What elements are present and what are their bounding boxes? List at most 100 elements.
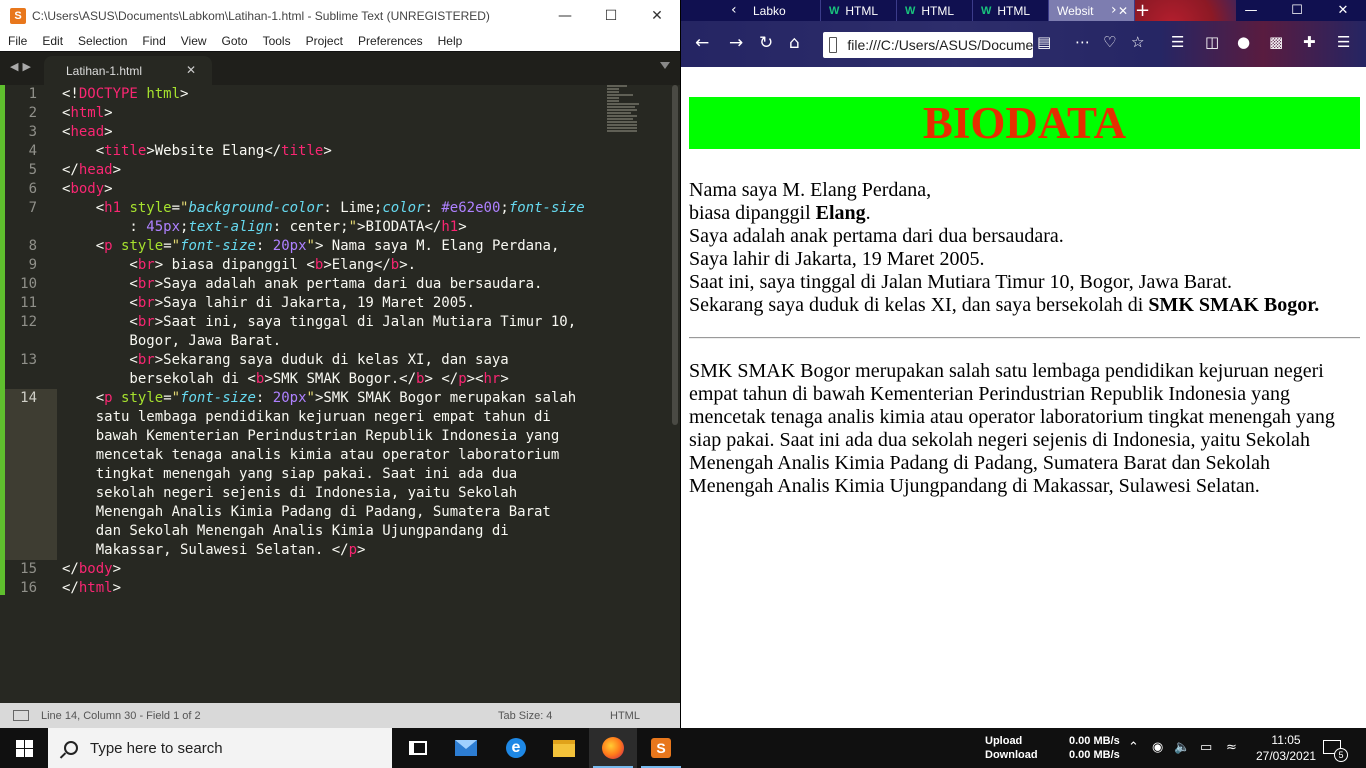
folder-icon (553, 739, 575, 757)
screenshot-icon[interactable]: ▩ (1269, 33, 1283, 51)
taskbar-search[interactable]: Type here to search (48, 728, 392, 768)
maximize-button[interactable]: ☐ (588, 0, 634, 31)
sidebar-icon[interactable]: ◫ (1205, 33, 1219, 51)
text-line: Saya adalah anak pertama dari dua bersau… (689, 225, 1064, 247)
file-explorer-app[interactable] (540, 728, 588, 768)
minimap[interactable] (607, 85, 641, 137)
menu-tools[interactable]: Tools (255, 34, 298, 48)
url-bar[interactable]: file:///C:/Users/ASUS/Documents/Labkom/L… (823, 32, 1033, 58)
code-text: bersekolah di <b>SMK SMAK Bogor.</b> </p… (62, 371, 509, 387)
menu-find[interactable]: Find (134, 34, 172, 48)
tabs-scroll-right-icon[interactable]: › (1111, 0, 1117, 21)
code-line: 12 <br>Saat ini, saya tinggal di Jalan M… (0, 313, 670, 332)
account-icon[interactable]: ● (1237, 33, 1250, 51)
editor-scrollbar[interactable] (672, 85, 678, 425)
tabs-scroll-left-icon[interactable]: ‹ (731, 0, 737, 21)
download-label: Download (985, 749, 1038, 761)
sublime-titlebar[interactable]: S C:\Users\ASUS\Documents\Labkom\Latihan… (0, 0, 680, 31)
browser-tab[interactable]: W HTML (973, 0, 1049, 21)
browser-tab-active[interactable]: Websit ✕ (1049, 0, 1135, 21)
browser-tab-label: HTML (997, 3, 1031, 18)
code-line: Makassar, Sulawesi Selatan. </p> (0, 541, 670, 560)
edge-icon: e (506, 738, 526, 758)
code-text: <br>Sekarang saya duduk di kelas XI, dan… (62, 352, 509, 368)
minimize-button[interactable]: — (1228, 0, 1274, 21)
search-placeholder: Type here to search (90, 739, 223, 757)
battery-icon[interactable]: ▭ (1200, 740, 1212, 755)
network-speed-labels: Upload Download (985, 734, 1038, 762)
tab-size-selector[interactable]: Tab Size: 4 (498, 710, 552, 722)
page-info-icon[interactable] (829, 37, 838, 53)
bookmark-star-icon[interactable]: ☆ (1131, 33, 1144, 51)
tab-list-dropdown-icon[interactable] (660, 62, 670, 69)
back-icon[interactable]: ← (695, 33, 709, 53)
sublime-icon: S (651, 738, 671, 758)
system-clock[interactable]: 11:05 27/03/2021 (1256, 732, 1316, 764)
menu-edit[interactable]: Edit (34, 34, 70, 48)
start-button[interactable] (0, 728, 48, 768)
task-view-button[interactable] (394, 728, 442, 768)
code-text: dan Sekolah Menengah Analis Kimia Ujungp… (62, 523, 509, 539)
show-hidden-icons-icon[interactable]: ⌃ (1128, 740, 1139, 755)
browser-tab[interactable]: W HTML (897, 0, 973, 21)
menu-file[interactable]: File (0, 34, 34, 48)
code-text: Makassar, Sulawesi Selatan. </p> (62, 542, 366, 558)
reader-view-icon[interactable]: ▤ (1037, 33, 1051, 51)
app-menu-icon[interactable]: ☰ (1337, 33, 1350, 51)
forward-icon[interactable]: → (729, 33, 743, 53)
w3schools-icon: W (905, 4, 916, 17)
menu-preferences[interactable]: Preferences (350, 34, 430, 48)
browser-tab-label: HTML (845, 3, 879, 18)
tab-close-icon[interactable]: ✕ (186, 63, 196, 77)
minimize-button[interactable]: — (542, 0, 588, 31)
wifi-icon[interactable]: ≈ (1226, 740, 1237, 755)
tab-latihan-1[interactable]: Latihan-1.html ✕ (44, 56, 212, 86)
menu-selection[interactable]: Selection (70, 34, 134, 48)
mail-app[interactable] (442, 728, 490, 768)
code-text: <br>Saya adalah anak pertama dari dua be… (62, 276, 543, 292)
maximize-button[interactable]: ☐ (1274, 0, 1320, 21)
sublime-window: S C:\Users\ASUS\Documents\Labkom\Latihan… (0, 0, 680, 728)
meet-now-icon[interactable]: ◉ (1152, 740, 1163, 755)
task-view-icon (409, 741, 427, 755)
extensions-icon[interactable]: ✚ (1303, 33, 1316, 51)
menu-project[interactable]: Project (298, 34, 350, 48)
w3schools-icon: W (981, 4, 992, 17)
menu-help[interactable]: Help (430, 34, 470, 48)
code-text: sekolah negeri sejenis di Indonesia, yai… (62, 485, 518, 501)
library-icon[interactable]: ☰ (1171, 33, 1184, 51)
sublime-app[interactable]: S (637, 728, 685, 768)
tab-nav-arrows-icon[interactable]: ◀▶ (10, 60, 35, 73)
line-number: 3 (28, 124, 37, 140)
close-button[interactable]: ✕ (634, 0, 680, 31)
code-line: 15 </body> (0, 560, 670, 579)
syntax-selector[interactable]: HTML (610, 710, 640, 722)
home-icon[interactable]: ⌂ (789, 33, 800, 53)
network-speed-values: 0.00 MB/s 0.00 MB/s (1069, 734, 1120, 762)
browser-tab[interactable]: W HTML (821, 0, 897, 21)
close-button[interactable]: ✕ (1320, 0, 1366, 21)
code-text: bawah Kementerian Perindustrian Republik… (62, 428, 560, 444)
menu-bar: File Edit Selection Find View Goto Tools… (0, 31, 680, 51)
pocket-icon[interactable]: ♡ (1103, 33, 1116, 51)
reload-icon[interactable]: ↻ (759, 33, 773, 53)
page-actions-icon[interactable]: ⋯ (1075, 33, 1090, 51)
code-text: <br>Saat ini, saya tinggal di Jalan Muti… (62, 314, 577, 330)
menu-goto[interactable]: Goto (214, 34, 255, 48)
edge-app[interactable]: e (492, 728, 540, 768)
clock-date: 27/03/2021 (1256, 749, 1317, 763)
panel-toggle-icon[interactable] (13, 710, 29, 721)
code-text: <!DOCTYPE html> (62, 86, 189, 102)
menu-view[interactable]: View (173, 34, 214, 48)
page-heading: BIODATA (689, 97, 1360, 149)
code-editor[interactable]: 1 <!DOCTYPE html> 2 <html> 3 <head> 4 <titl… (0, 85, 680, 703)
browser-tab[interactable]: Labko (745, 0, 821, 21)
volume-icon[interactable]: 🔈 (1174, 740, 1190, 755)
biodata-paragraph: Nama saya M. Elang Perdana, biasa dipang… (689, 179, 1360, 317)
school-paragraph: SMK SMAK Bogor merupakan salah satu lemb… (689, 360, 1335, 497)
code-text: tingkat menengah yang siap pakai. Saat i… (62, 466, 518, 482)
firefox-app[interactable] (589, 728, 637, 768)
tab-close-icon[interactable]: ✕ (1118, 4, 1128, 18)
horizontal-rule (689, 337, 1360, 339)
new-tab-icon[interactable]: + (1135, 0, 1150, 21)
